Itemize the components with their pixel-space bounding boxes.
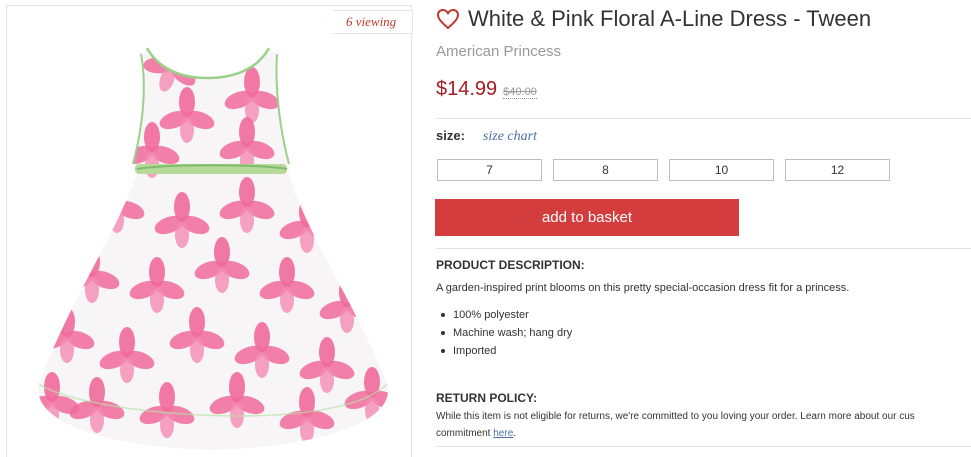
viewing-count-badge: 6 viewing	[323, 10, 413, 34]
list-item: Machine wash; hang dry	[440, 324, 572, 342]
return-policy-line: While this item is not eligible for retu…	[436, 411, 915, 422]
here-link[interactable]: here	[493, 428, 513, 439]
size-row: size: size chart	[436, 128, 537, 145]
product-image-frame[interactable]	[6, 5, 412, 457]
size-options: 7 8 10 12	[437, 159, 901, 181]
brand-name[interactable]: American Princess	[436, 43, 561, 60]
return-policy-text: While this item is not eligible for retu…	[436, 408, 971, 442]
product-description-heading: PRODUCT DESCRIPTION:	[436, 258, 585, 272]
return-policy-prefix: commitment	[436, 428, 494, 439]
divider	[436, 118, 971, 119]
title-row: White & Pink Floral A-Line Dress - Tween	[436, 6, 871, 32]
divider	[436, 248, 971, 249]
return-policy-suffix: .	[513, 428, 517, 439]
divider	[436, 446, 971, 447]
size-label: size:	[436, 128, 465, 143]
heart-outline-icon[interactable]	[436, 7, 460, 31]
product-description-text: A garden-inspired print blooms on this p…	[436, 282, 850, 294]
size-option-12[interactable]: 12	[785, 159, 890, 181]
size-option-10[interactable]: 10	[669, 159, 774, 181]
product-title: White & Pink Floral A-Line Dress - Tween	[468, 6, 872, 31]
return-policy-heading: RETURN POLICY:	[436, 391, 538, 405]
size-option-7[interactable]: 7	[437, 159, 542, 181]
sale-price: $14.99	[436, 78, 498, 100]
add-to-basket-button[interactable]: add to basket	[435, 199, 739, 236]
product-image-dress	[38, 47, 389, 450]
size-option-8[interactable]: 8	[553, 159, 658, 181]
list-item: 100% polyester	[440, 306, 572, 324]
original-price: $40.00	[503, 86, 537, 99]
list-item: Imported	[440, 342, 572, 360]
price-row: $14.99 $40.00	[436, 78, 537, 101]
feature-list: 100% polyester Machine wash; hang dry Im…	[436, 306, 572, 360]
size-chart-link[interactable]: size chart	[483, 129, 537, 145]
